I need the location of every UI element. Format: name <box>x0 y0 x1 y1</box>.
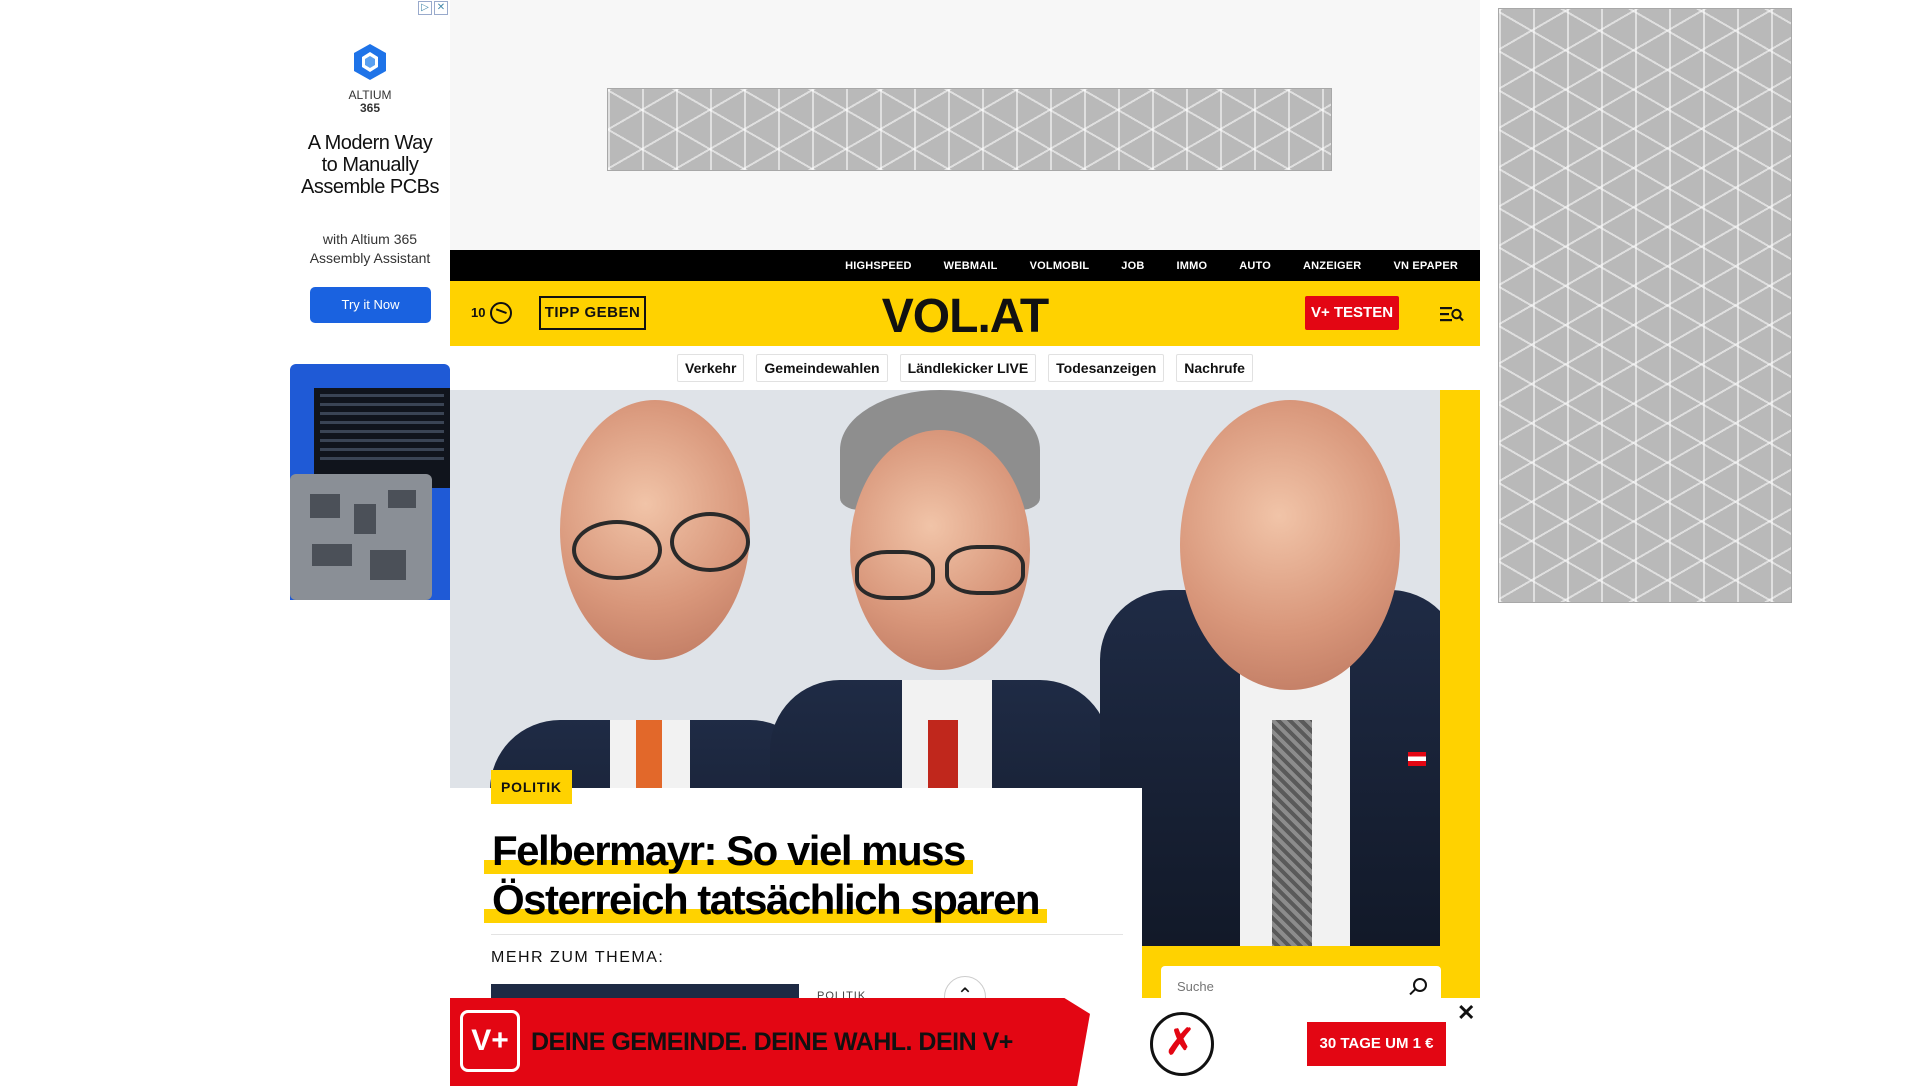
article-title-line1[interactable]: Felbermayr: So viel muss <box>484 827 973 874</box>
chip-nachrufe[interactable]: Nachrufe <box>1176 354 1253 382</box>
ad-close-icon[interactable]: ✕ <box>434 1 448 15</box>
close-icon[interactable]: ✕ <box>1457 1000 1475 1026</box>
tipp-geben-button[interactable]: TIPP GEBEN <box>539 296 646 330</box>
divider <box>491 934 1123 935</box>
adchoices-icon[interactable]: ▷ <box>418 1 432 15</box>
service-link-job[interactable]: JOB <box>1121 260 1144 272</box>
top-ad-area <box>450 0 1480 250</box>
vplus-testen-button[interactable]: V+ TESTEN <box>1305 296 1399 330</box>
search-icon[interactable] <box>1413 978 1427 992</box>
ad-pcb-mockup <box>290 474 432 600</box>
adchoices[interactable]: ▷ ✕ <box>418 1 448 15</box>
sticky-promo-banner[interactable]: V+ DEINE GEMEINDE. DEINE WAHL. DEIN V+ ✗… <box>450 998 1480 1086</box>
left-skyscraper-ad[interactable]: ▷ ✕ ALTIUM 365 A Modern Way to Manually … <box>290 0 450 600</box>
notification-count[interactable]: 10 <box>471 305 485 320</box>
lead-article[interactable]: POLITIK Felbermayr: So viel muss Österre… <box>450 770 1142 1018</box>
promo-slogan: DEINE GEMEINDE. DEINE WAHL. DEIN V+ <box>531 1028 1013 1056</box>
ad-brand-name: ALTIUM <box>348 88 392 102</box>
ad-headline: A Modern Way to Manually Assemble PCBs <box>301 132 440 198</box>
menu-search-icon[interactable] <box>1440 304 1464 324</box>
service-link-volmobil[interactable]: VOLMOBIL <box>1030 260 1090 272</box>
promo-cta-button[interactable]: 30 TAGE UM 1 € <box>1307 1022 1446 1066</box>
ad-brand-suffix: 365 <box>359 101 381 115</box>
ad-subtext: with Altium 365 Assembly Assistant <box>309 231 431 266</box>
top-banner-ad-placeholder[interactable] <box>607 88 1332 171</box>
right-skyscraper-ad-placeholder[interactable] <box>1498 8 1792 603</box>
vplus-badge: V+ <box>460 1010 520 1072</box>
article-title-line2[interactable]: Österreich tatsächlich sparen <box>484 876 1048 923</box>
gauge-icon[interactable] <box>490 302 512 324</box>
service-link-auto[interactable]: AUTO <box>1239 260 1271 272</box>
article-category-badge[interactable]: POLITIK <box>491 770 572 804</box>
altium-logo-icon <box>354 44 386 80</box>
chip-gemeindewahlen[interactable]: Gemeindewahlen <box>756 354 888 382</box>
more-on-topic-label: MEHR ZUM THEMA: <box>491 949 665 966</box>
service-bar: HIGHSPEED WEBMAIL VOLMOBIL JOB IMMO AUTO… <box>450 250 1480 281</box>
service-link-highspeed[interactable]: HIGHSPEED <box>845 260 912 272</box>
service-link-vn-epaper[interactable]: VN EPAPER <box>1393 260 1458 272</box>
ballot-icon: ✗ <box>1150 1012 1214 1076</box>
chip-todesanzeigen[interactable]: Todesanzeigen <box>1048 354 1165 382</box>
hero-side-accent <box>1440 390 1480 946</box>
service-link-immo[interactable]: IMMO <box>1176 260 1207 272</box>
ad-product-image <box>290 364 450 600</box>
article-title[interactable]: Felbermayr: So viel muss Österreich tats… <box>484 826 1104 924</box>
topic-chips: Verkehr Gemeindewahlen Ländlekicker LIVE… <box>450 346 1480 390</box>
related-article-thumbnail[interactable] <box>491 984 799 998</box>
ad-cta-button[interactable]: Try it Now <box>310 287 431 323</box>
site-header: 10 TIPP GEBEN VOL.AT V+ TESTEN <box>450 281 1480 346</box>
ad-screen-mockup <box>314 388 450 488</box>
service-link-anzeiger[interactable]: ANZEIGER <box>1303 260 1361 272</box>
service-link-webmail[interactable]: WEBMAIL <box>944 260 998 272</box>
chip-laendlekicker-live[interactable]: Ländlekicker LIVE <box>899 354 1037 382</box>
chip-verkehr[interactable]: Verkehr <box>677 354 745 382</box>
